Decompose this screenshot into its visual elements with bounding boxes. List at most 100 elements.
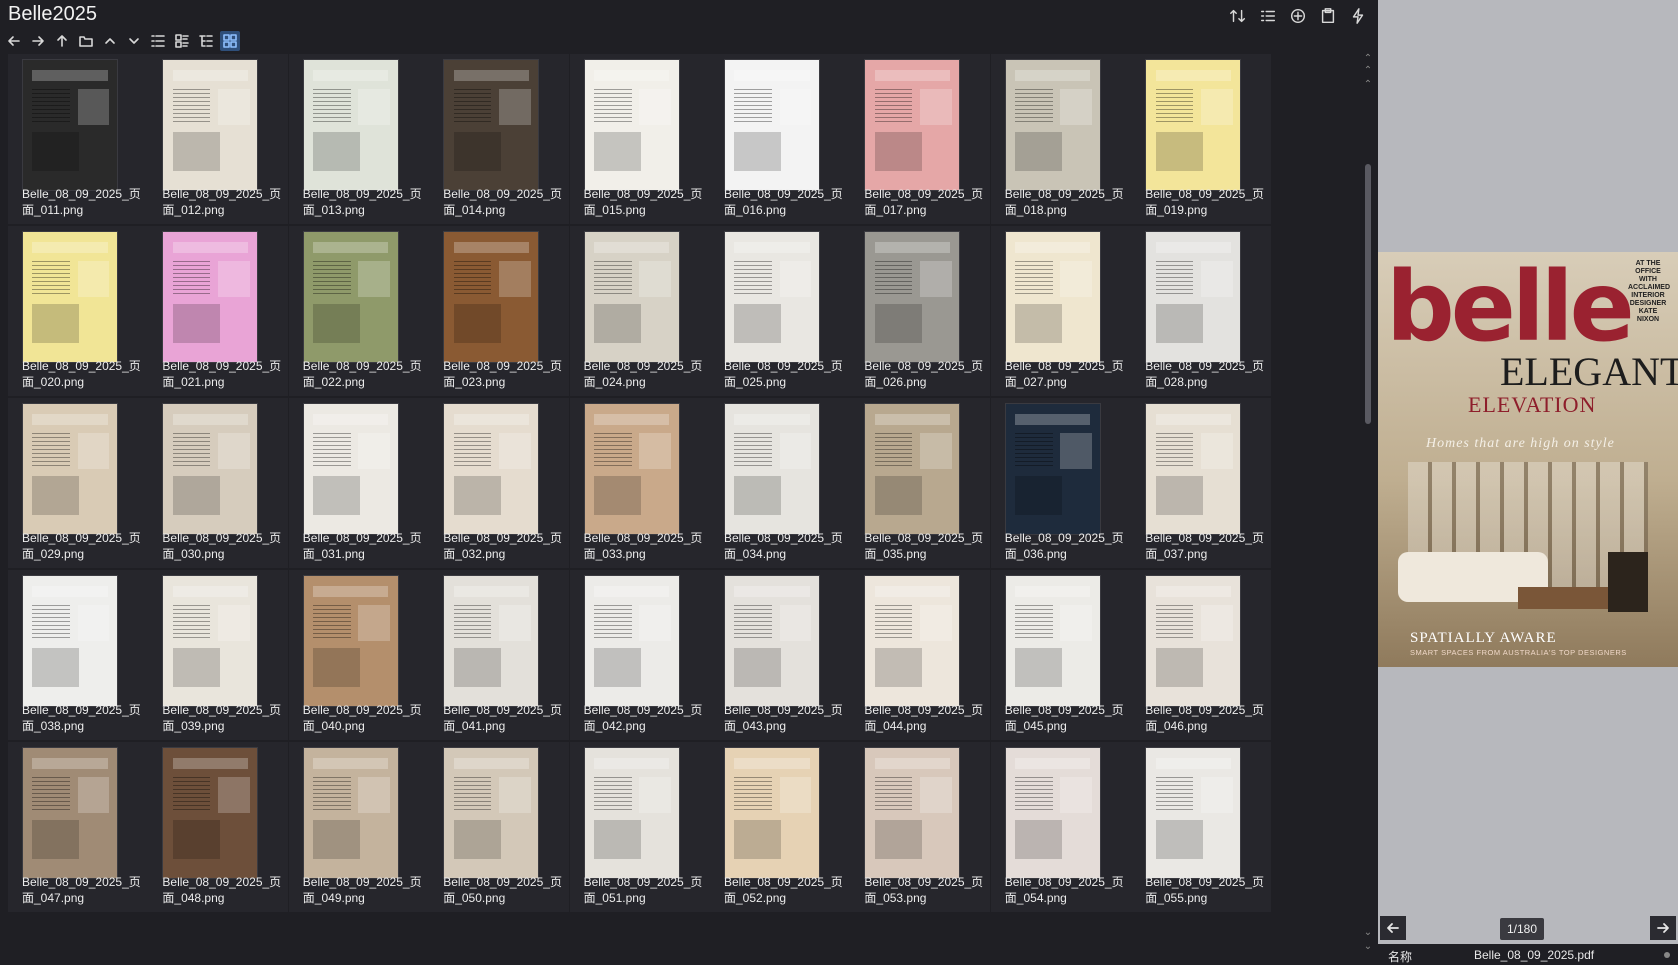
file-tile[interactable]: Belle_08_09_2025_页面_015.png	[569, 54, 710, 224]
flash-icon[interactable]	[1348, 6, 1368, 26]
file-tile[interactable]: Belle_08_09_2025_页面_044.png	[850, 570, 991, 740]
up-arrow-icon[interactable]	[52, 31, 72, 51]
file-tile[interactable]: Belle_08_09_2025_页面_048.png	[148, 742, 289, 912]
folder-open-icon[interactable]	[76, 31, 96, 51]
scroll-page-up-icon[interactable]: ⌃	[1362, 66, 1374, 76]
thumbnails-view-icon[interactable]	[220, 31, 240, 51]
file-thumbnail	[864, 59, 961, 191]
file-tile[interactable]: Belle_08_09_2025_页面_033.png	[569, 398, 710, 568]
file-tile[interactable]: Belle_08_09_2025_页面_042.png	[569, 570, 710, 740]
file-thumbnail	[22, 231, 118, 363]
file-tile[interactable]: Belle_08_09_2025_页面_041.png	[429, 570, 570, 740]
file-thumbnail	[22, 575, 118, 707]
clipboard-icon[interactable]	[1318, 6, 1338, 26]
file-tile[interactable]: Belle_08_09_2025_页面_053.png	[850, 742, 991, 912]
file-thumbnail	[1145, 747, 1242, 879]
file-name: Belle_08_09_2025_页面_028.png	[1145, 359, 1264, 389]
file-tile[interactable]: Belle_08_09_2025_页面_039.png	[148, 570, 289, 740]
tiles-view-icon[interactable]	[172, 31, 192, 51]
file-tile[interactable]: Belle_08_09_2025_页面_027.png	[990, 226, 1131, 396]
details-view-icon[interactable]	[148, 31, 168, 51]
file-thumbnail	[724, 575, 820, 707]
file-thumbnail	[443, 231, 540, 363]
scrollbar-thumb[interactable]	[1365, 164, 1371, 424]
file-tile[interactable]: Belle_08_09_2025_页面_018.png	[990, 54, 1131, 224]
back-arrow-icon[interactable]	[4, 31, 24, 51]
file-manager-window: Belle2025 Belle_08_09_2025_页面_011.png Be…	[0, 0, 1678, 965]
status-bar: 名称 Belle_08_09_2025.pdf	[1378, 944, 1678, 965]
file-thumbnail	[583, 575, 680, 707]
sort-icon[interactable]	[1228, 6, 1248, 26]
file-tile[interactable]: Belle_08_09_2025_页面_024.png	[569, 226, 710, 396]
file-tile[interactable]: Belle_08_09_2025_页面_012.png	[148, 54, 289, 224]
file-name: Belle_08_09_2025_页面_023.png	[443, 359, 562, 389]
file-tile[interactable]: Belle_08_09_2025_页面_054.png	[990, 742, 1131, 912]
previous-page-button[interactable]	[1380, 916, 1406, 940]
file-thumbnail	[1004, 575, 1101, 707]
file-tile[interactable]: Belle_08_09_2025_页面_016.png	[710, 54, 850, 224]
file-thumbnail	[1004, 403, 1101, 535]
file-tile[interactable]: Belle_08_09_2025_页面_038.png	[8, 570, 148, 740]
file-tile[interactable]: Belle_08_09_2025_页面_017.png	[850, 54, 991, 224]
status-name-value: Belle_08_09_2025.pdf	[1474, 948, 1595, 962]
cover-table-graphic	[1518, 587, 1608, 609]
file-tile[interactable]: Belle_08_09_2025_页面_023.png	[429, 226, 570, 396]
file-tile[interactable]: Belle_08_09_2025_页面_049.png	[288, 742, 429, 912]
file-tile[interactable]: Belle_08_09_2025_页面_025.png	[710, 226, 850, 396]
file-tile[interactable]: Belle_08_09_2025_页面_019.png	[1131, 54, 1272, 224]
add-circle-icon[interactable]	[1288, 6, 1308, 26]
file-browser-pane: Belle2025 Belle_08_09_2025_页面_011.png Be…	[0, 0, 1378, 965]
file-name: Belle_08_09_2025_页面_054.png	[1004, 875, 1124, 905]
file-tile[interactable]: Belle_08_09_2025_页面_045.png	[990, 570, 1131, 740]
resize-grip-icon[interactable]	[1664, 952, 1670, 958]
file-tile[interactable]: Belle_08_09_2025_页面_011.png	[8, 54, 148, 224]
chevron-down-icon[interactable]	[124, 31, 144, 51]
file-tile[interactable]: Belle_08_09_2025_页面_035.png	[850, 398, 991, 568]
vertical-scrollbar[interactable]: ⌃ ⌃ ⌃ ⌄ ⌄	[1358, 54, 1378, 965]
file-tile[interactable]: Belle_08_09_2025_页面_022.png	[288, 226, 429, 396]
scroll-top-icon[interactable]: ⌃	[1362, 80, 1374, 90]
file-name: Belle_08_09_2025_页面_044.png	[864, 703, 984, 733]
folder-title: Belle2025	[8, 3, 97, 25]
forward-arrow-icon[interactable]	[28, 31, 48, 51]
file-tile[interactable]: Belle_08_09_2025_页面_020.png	[8, 226, 148, 396]
file-name: Belle_08_09_2025_页面_038.png	[22, 703, 141, 733]
file-tile[interactable]: Belle_08_09_2025_页面_034.png	[710, 398, 850, 568]
file-tile[interactable]: Belle_08_09_2025_页面_037.png	[1131, 398, 1272, 568]
file-name: Belle_08_09_2025_页面_029.png	[22, 531, 141, 561]
file-tile[interactable]: Belle_08_09_2025_页面_026.png	[850, 226, 991, 396]
file-name: Belle_08_09_2025_页面_040.png	[302, 703, 422, 733]
file-tile[interactable]: Belle_08_09_2025_页面_055.png	[1131, 742, 1272, 912]
file-tile[interactable]: Belle_08_09_2025_页面_046.png	[1131, 570, 1272, 740]
file-tile[interactable]: Belle_08_09_2025_页面_028.png	[1131, 226, 1272, 396]
next-page-button[interactable]	[1650, 916, 1676, 940]
file-name: Belle_08_09_2025_页面_033.png	[583, 531, 703, 561]
file-thumbnail	[162, 575, 259, 707]
scroll-up-arrow-icon[interactable]: ⌃	[1362, 54, 1374, 64]
scroll-bottom-icon[interactable]: ⌄	[1362, 942, 1374, 952]
file-tile[interactable]: Belle_08_09_2025_页面_013.png	[288, 54, 429, 224]
file-tile[interactable]: Belle_08_09_2025_页面_029.png	[8, 398, 148, 568]
file-tile[interactable]: Belle_08_09_2025_页面_040.png	[288, 570, 429, 740]
file-tile[interactable]: Belle_08_09_2025_页面_031.png	[288, 398, 429, 568]
file-tile[interactable]: Belle_08_09_2025_页面_052.png	[710, 742, 850, 912]
file-name: Belle_08_09_2025_页面_055.png	[1145, 875, 1264, 905]
file-tile[interactable]: Belle_08_09_2025_页面_047.png	[8, 742, 148, 912]
file-tile[interactable]: Belle_08_09_2025_页面_050.png	[429, 742, 570, 912]
file-thumbnail	[162, 747, 259, 879]
file-name: Belle_08_09_2025_页面_024.png	[583, 359, 703, 389]
file-tile[interactable]: Belle_08_09_2025_页面_043.png	[710, 570, 850, 740]
preview-pane: belle AT THE OFFICE WITH ACCLAIMED INTER…	[1378, 0, 1678, 965]
file-tile[interactable]: Belle_08_09_2025_页面_032.png	[429, 398, 570, 568]
file-tile[interactable]: Belle_08_09_2025_页面_014.png	[429, 54, 570, 224]
file-tile[interactable]: Belle_08_09_2025_页面_051.png	[569, 742, 710, 912]
list-view-icon[interactable]	[1258, 6, 1278, 26]
navigation-toolbar	[4, 29, 240, 53]
file-tile[interactable]: Belle_08_09_2025_页面_021.png	[148, 226, 289, 396]
file-tile[interactable]: Belle_08_09_2025_页面_030.png	[148, 398, 289, 568]
scroll-down-arrow-icon[interactable]: ⌄	[1362, 928, 1374, 938]
file-tile[interactable]: Belle_08_09_2025_页面_036.png	[990, 398, 1131, 568]
file-name: Belle_08_09_2025_页面_039.png	[162, 703, 282, 733]
tree-view-icon[interactable]	[196, 31, 216, 51]
chevron-up-icon[interactable]	[100, 31, 120, 51]
